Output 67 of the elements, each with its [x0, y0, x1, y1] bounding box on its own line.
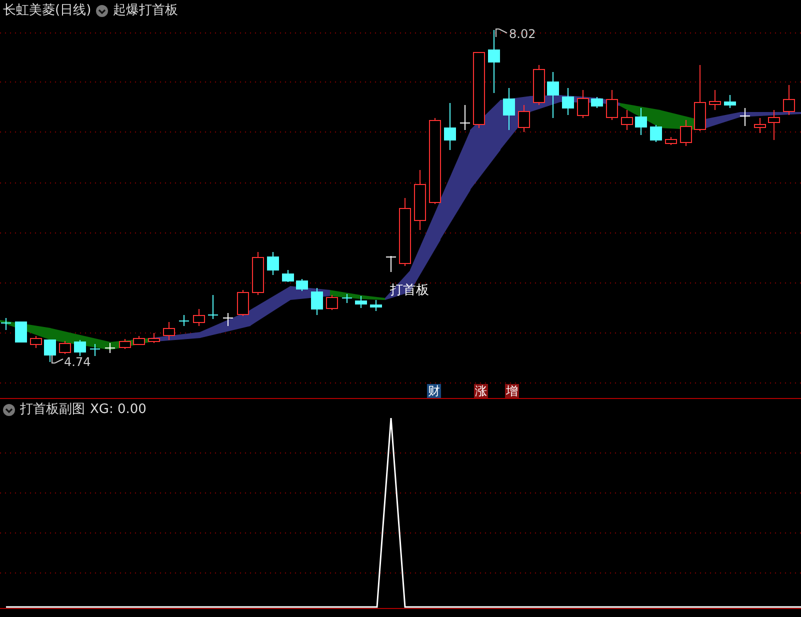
- candlestick: [680, 120, 692, 146]
- candlestick: [768, 110, 780, 140]
- candlestick: [606, 90, 618, 120]
- candlestick: [635, 108, 647, 136]
- candlestick: [0, 318, 12, 330]
- candlestick: [74, 340, 86, 356]
- candlestick: [119, 338, 131, 350]
- candlestick: [562, 88, 574, 116]
- candlestick: [30, 336, 42, 348]
- high-price-label: 8.02: [509, 27, 536, 41]
- dropdown-icon[interactable]: [96, 5, 108, 17]
- candlestick: [252, 252, 264, 296]
- dropdown-icon[interactable]: [3, 404, 15, 416]
- signal-label: 打首板: [390, 283, 429, 299]
- candlestick: [178, 314, 190, 326]
- candlestick: [342, 294, 352, 304]
- candlestick: [533, 64, 545, 106]
- candlestick: [311, 288, 323, 316]
- candlestick: [740, 108, 750, 126]
- candlestick: [44, 340, 56, 362]
- candlestick: [15, 322, 27, 342]
- leader-line: [494, 28, 508, 38]
- indicator-reading: XG: 0.00: [90, 402, 146, 418]
- candlestick: [59, 340, 71, 354]
- stock-title: 长虹美菱(日线): [3, 3, 92, 19]
- candlestick: [694, 64, 706, 132]
- candlestick: [621, 110, 633, 130]
- candlestick: [148, 332, 160, 344]
- candlestick: [783, 84, 795, 116]
- candlestick: [724, 94, 736, 108]
- candlestick: [547, 72, 559, 118]
- candlestick: [460, 104, 470, 130]
- candlestick: [326, 294, 338, 310]
- indicator-name: 起爆打首板: [113, 3, 178, 19]
- candlestick: [163, 322, 175, 340]
- candlestick: [577, 90, 589, 118]
- candlestick: [709, 90, 721, 110]
- candlestick: [193, 308, 205, 326]
- candlestick: [208, 294, 218, 320]
- event-marker[interactable]: 涨: [474, 384, 488, 398]
- band-segment: [620, 103, 660, 128]
- candlestick: [296, 278, 308, 292]
- candlestick: [503, 88, 515, 130]
- candlestick: [222, 312, 234, 326]
- leader-line: [50, 354, 64, 364]
- event-marker[interactable]: 增: [505, 384, 519, 398]
- event-marker[interactable]: 财: [427, 384, 441, 398]
- candlestick: [370, 300, 382, 312]
- candlestick: [444, 102, 456, 150]
- candlestick: [386, 256, 396, 272]
- candlestick: [90, 344, 100, 356]
- candlestick: [355, 296, 367, 308]
- candlestick: [237, 290, 249, 316]
- candlestick: [754, 118, 766, 134]
- candlestick: [267, 252, 279, 276]
- candlestick: [133, 336, 145, 346]
- candlestick: [399, 198, 411, 266]
- candlestick: [488, 30, 500, 94]
- low-price-label: 4.74: [64, 355, 91, 369]
- candlestick: [591, 96, 603, 108]
- candlestick: [650, 124, 662, 142]
- candlestick: [104, 342, 116, 354]
- candlestick: [665, 136, 677, 146]
- candlestick: [282, 270, 294, 282]
- sub-chart-title: 打首板副图: [20, 402, 85, 418]
- candlestick: [414, 170, 426, 230]
- candlestick: [518, 104, 530, 132]
